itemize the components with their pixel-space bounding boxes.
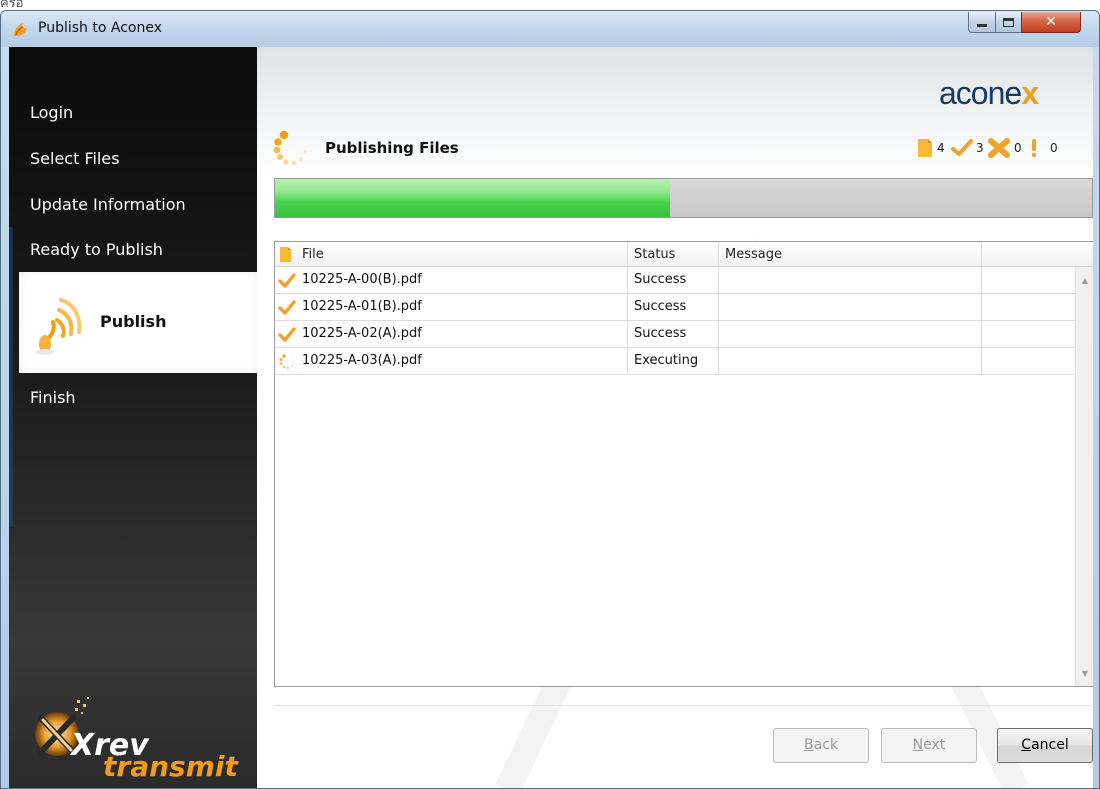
table-header: File Status Message (275, 242, 1093, 267)
scroll-down-arrow-icon[interactable]: ▼ (1076, 666, 1093, 682)
file-name-cell: 10225-A-02(A).pdf (296, 321, 628, 348)
file-count-icon (918, 139, 932, 157)
close-icon: ✕ (1045, 14, 1057, 30)
title-bar: Publish to Aconex ✕ (1, 11, 1099, 47)
top-fragment-text: ครอ (0, 0, 24, 10)
next-label: ext (923, 737, 946, 753)
files-table: File Status Message 10225-A-00(B).pdf Su… (274, 241, 1093, 687)
warning-count: 0 (1050, 141, 1058, 155)
file-column-icon (280, 247, 291, 262)
close-button[interactable]: ✕ (1021, 12, 1081, 33)
message-cell (719, 294, 982, 321)
filler-cell (982, 348, 1075, 375)
filler-cell (982, 267, 1075, 294)
aconex-logo-text: acone (939, 75, 1022, 111)
warning-exclamation-icon (1031, 139, 1037, 158)
column-header-filler (982, 242, 1093, 267)
message-cell (719, 267, 982, 294)
vertical-scrollbar[interactable]: ▲ ▼ (1075, 267, 1093, 686)
table-row[interactable]: 10225-A-01(B).pdf Success (275, 294, 1075, 321)
table-row[interactable]: 10225-A-00(B).pdf Success (275, 267, 1075, 294)
filler-cell (982, 294, 1075, 321)
maximize-icon (1003, 17, 1014, 27)
file-name-cell: 10225-A-01(B).pdf (296, 294, 628, 321)
check-icon (278, 327, 296, 342)
status-cell: Success (628, 294, 719, 321)
sidebar-item-login[interactable]: Login (9, 103, 257, 122)
back-button[interactable]: Back (773, 728, 869, 763)
minimize-icon (977, 24, 987, 27)
next-button[interactable]: Next (881, 728, 977, 763)
success-check-icon (951, 139, 973, 156)
cancel-button[interactable]: Cancel (997, 728, 1093, 763)
status-counters: 4 3 0 0 (917, 138, 1087, 158)
sidebar-item-publish[interactable]: Publish (19, 272, 259, 373)
status-cell: Success (628, 321, 719, 348)
publishing-spinner-icon (273, 130, 307, 166)
back-mnemonic: B (804, 737, 814, 753)
brand-line2: transmit (103, 750, 238, 783)
status-cell: Success (628, 267, 719, 294)
sidebar-edge (9, 227, 13, 527)
scroll-up-arrow-icon[interactable]: ▲ (1076, 273, 1093, 289)
column-header-message[interactable]: Message (719, 242, 982, 267)
failed-x-icon (988, 138, 1010, 158)
progress-fill (275, 179, 671, 217)
sidebar-item-finish[interactable]: Finish (9, 388, 257, 407)
file-count: 4 (937, 141, 945, 155)
table-row[interactable]: 10225-A-02(A).pdf Success (275, 321, 1075, 348)
failed-count: 0 (1014, 141, 1022, 155)
xrev-transmit-logo: Xrev transmit (19, 692, 249, 787)
publish-broadcast-icon (36, 298, 82, 355)
client-area: Login Select Files Update Information Re… (9, 47, 1093, 788)
next-mnemonic: N (912, 737, 924, 753)
spinner-icon (279, 354, 294, 370)
sidebar-item-update-information[interactable]: Update Information (9, 195, 257, 214)
back-label: ack (813, 737, 838, 753)
file-name-cell: 10225-A-03(A).pdf (296, 348, 628, 375)
column-header-file[interactable]: File (296, 242, 628, 267)
app-window: Publish to Aconex ✕ Login Select Files U… (0, 10, 1100, 789)
sidebar-item-ready-to-publish[interactable]: Ready to Publish (9, 240, 257, 259)
file-name-cell: 10225-A-00(B).pdf (296, 267, 628, 294)
aconex-logo-x: x (1021, 75, 1039, 111)
window-title: Publish to Aconex (38, 20, 162, 36)
top-strip: ครอ (0, 0, 1100, 10)
column-header-status[interactable]: Status (628, 242, 719, 267)
check-icon (278, 273, 296, 288)
aconex-logo: aconex (939, 75, 1039, 112)
check-icon (278, 300, 296, 315)
message-cell (719, 321, 982, 348)
main-panel: aconex Publishing Files 4 3 0 0 File Sta… (257, 47, 1093, 788)
sidebar-item-select-files[interactable]: Select Files (9, 149, 257, 168)
app-icon (14, 23, 27, 36)
table-row[interactable]: 10225-A-03(A).pdf Executing (275, 348, 1075, 375)
maximize-button[interactable] (995, 12, 1022, 33)
message-cell (719, 348, 982, 375)
page-title: Publishing Files (325, 139, 459, 157)
filler-cell (982, 321, 1075, 348)
cancel-mnemonic: C (1021, 737, 1032, 753)
success-count: 3 (976, 141, 984, 155)
footer-divider (274, 705, 1093, 706)
publish-progress-bar (274, 178, 1093, 218)
sidebar-item-label: Publish (100, 312, 167, 331)
wizard-sidebar: Login Select Files Update Information Re… (9, 47, 259, 788)
cancel-label: ancel (1031, 737, 1069, 753)
status-cell: Executing (628, 348, 719, 375)
minimize-button[interactable] (968, 12, 996, 33)
